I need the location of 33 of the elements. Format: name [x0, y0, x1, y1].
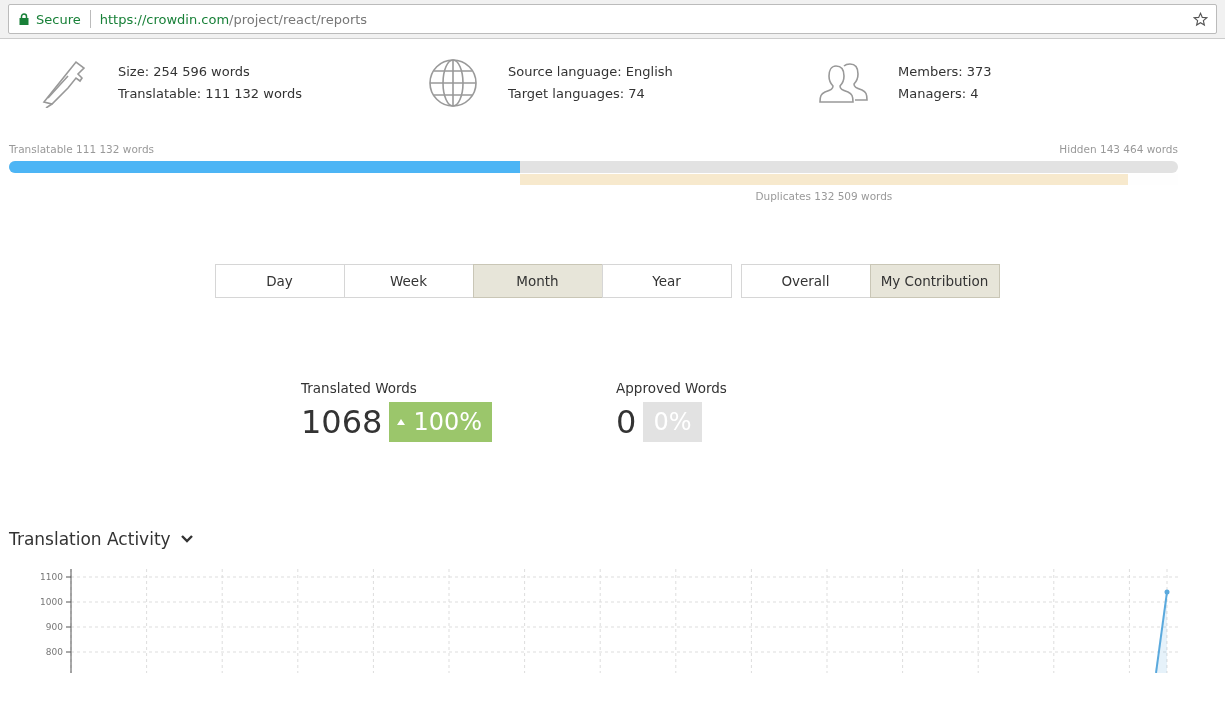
- change-badge: 100%: [389, 402, 493, 442]
- chevron-down-icon[interactable]: [180, 535, 193, 543]
- period-tab[interactable]: Year: [601, 264, 732, 298]
- y-tick-label: 800: [45, 647, 63, 657]
- security-label: Secure: [36, 11, 81, 27]
- stat-text: Translatable: 111 132 words: [118, 85, 302, 103]
- period-tab[interactable]: Week: [343, 264, 474, 298]
- stat-text: Size: 254 596 words: [118, 63, 251, 81]
- address-bar[interactable]: Secure https://crowdin.com/project/react/reports: [8, 4, 1217, 34]
- metric-label: Translated Words: [301, 380, 418, 396]
- scope-tab[interactable]: My Contribution: [869, 264, 1000, 298]
- stat-text: Members: 373: [898, 63, 992, 81]
- scope-tab[interactable]: Overall: [740, 264, 871, 298]
- stat-text: Target languages: 74: [508, 85, 646, 103]
- star-icon[interactable]: [1193, 11, 1208, 27]
- up-arrow-icon: [397, 419, 406, 425]
- section-title: Translation Activity: [9, 529, 171, 549]
- stat-text: Source language: English: [508, 63, 673, 81]
- duplicates-label: Duplicates 132 509 words: [755, 190, 893, 204]
- url-text: https://crowdin.com/project/react/reports: [99, 11, 369, 27]
- translatable-label: Translatable 111 132 words: [9, 143, 155, 157]
- lock-icon: [19, 13, 29, 25]
- metric-value: 1068: [301, 403, 383, 441]
- period-tab[interactable]: Month: [472, 264, 603, 298]
- hidden-label: Hidden 143 464 words: [1059, 143, 1178, 157]
- stat-text: Managers: 4: [898, 85, 980, 103]
- period-tab[interactable]: Day: [214, 264, 345, 298]
- y-tick-label: 1000: [40, 597, 63, 607]
- y-tick-label: 1100: [40, 572, 63, 582]
- y-tick-label: 900: [45, 622, 63, 632]
- metric-value: 0: [616, 403, 637, 441]
- globe-icon: [428, 58, 478, 108]
- metric-label: Approved Words: [616, 380, 727, 396]
